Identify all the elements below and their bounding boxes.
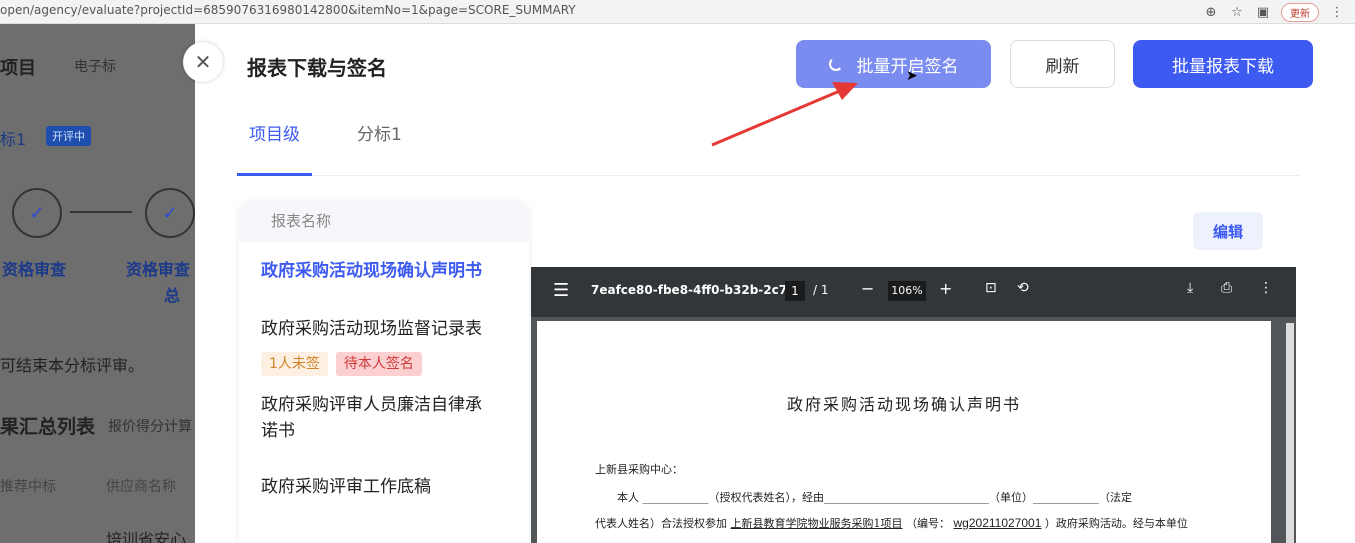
zoom-icon[interactable]: ⊕ [1203, 5, 1219, 20]
zoom-in-icon[interactable]: + [939, 279, 952, 298]
menu-icon[interactable]: ☰ [553, 280, 569, 301]
browser-toolbar-icons: ⊕ ☆ ▣ 更新 ⋮ [1203, 0, 1355, 24]
pdf-page: 政府采购活动现场确认声明书 上新县采购中心： 本人 ____________（授… [537, 321, 1271, 543]
zoom-level[interactable]: 106% [888, 281, 926, 301]
loading-spinner-icon [828, 57, 843, 71]
more-vertical-icon[interactable]: ⋮ [1259, 280, 1273, 296]
step-check-icon: ✓ [145, 188, 195, 238]
pdf-viewer: ☰ 7eafce80-fbe8-4ff0-b32b-2c7... 1 / 1 −… [531, 267, 1296, 543]
pdf-filename: 7eafce80-fbe8-4ff0-b32b-2c7... [591, 283, 801, 297]
list-item[interactable]: 政府采购活动现场确认声明书 [239, 258, 529, 284]
doc-text: ）政府采购活动。经与本单位 [1044, 517, 1188, 530]
zoom-out-icon[interactable]: − [861, 279, 874, 298]
unsigned-count-badge: 1人未签 [261, 352, 328, 376]
pdf-toolbar: ☰ 7eafce80-fbe8-4ff0-b32b-2c7... 1 / 1 −… [531, 267, 1296, 317]
doc-line: 代表人姓名）合法授权参加 上新县教育学院物业服务采购1项目 （编号： wg202… [595, 515, 1188, 531]
bg-row-text: 培训省安心 [106, 530, 187, 543]
bg-col2: 供应商名称 [106, 479, 176, 495]
print-icon[interactable]: ⎙ [1221, 280, 1232, 296]
bg-sub-label: 标1 [0, 130, 27, 149]
page-total: / 1 [813, 283, 829, 297]
doc-project-number: wg20211027001 [953, 516, 1042, 530]
sign-status-badges: 1人未签 待本人签名 [261, 352, 507, 376]
browser-address-bar: open/agency/evaluate?projectId=685907631… [0, 0, 1355, 24]
level-tabs: 项目级 分标1 [235, 120, 1300, 176]
bg-col1: 推荐中标 [0, 479, 56, 495]
bg-step2-line2: 总 [164, 286, 181, 305]
step-connector [70, 211, 132, 213]
pdf-scrollbar[interactable] [1286, 323, 1294, 543]
report-list: 报表名称 政府采购活动现场确认声明书 政府采购活动现场监督记录表 1人未签 待本… [239, 200, 529, 543]
doc-addressee: 上新县采购中心： [595, 463, 683, 476]
doc-text: 代表人姓名）合法授权参加 [595, 517, 727, 530]
doc-text: （编号： [906, 517, 950, 530]
list-header: 报表名称 [239, 200, 529, 242]
star-icon[interactable]: ☆ [1229, 5, 1245, 20]
extension-icon[interactable]: ▣ [1255, 5, 1271, 20]
batch-sign-button[interactable]: 批量开启签名 [796, 40, 991, 88]
bg-step1: 资格审查 [2, 260, 67, 279]
list-item[interactable]: 政府采购评审人员廉洁自律承诺书 [239, 392, 509, 444]
refresh-button[interactable]: 刷新 [1010, 40, 1115, 88]
fit-page-icon[interactable]: ⊡ [985, 280, 997, 296]
close-icon[interactable]: ✕ [183, 42, 223, 82]
bg-tab-label: 电子标 [74, 59, 116, 75]
download-icon[interactable]: ⤓ [1187, 280, 1193, 296]
list-item[interactable]: 政府采购评审工作底稿 [239, 474, 529, 500]
url-text[interactable]: open/agency/evaluate?projectId=685907631… [0, 3, 576, 17]
doc-line: 本人 ____________（授权代表姓名），经由______________… [617, 491, 1132, 504]
step-check-icon: ✓ [12, 188, 62, 238]
report-dialog: ✕ 报表下载与签名 eplearning.rzuruv.cn 批量开启签名 刷新… [183, 24, 1355, 543]
doc-title: 政府采购活动现场确认声明书 [786, 395, 1021, 414]
tab-section-1[interactable]: 分标1 [345, 120, 414, 176]
bg-notice: 可结束本分标评审。 [0, 356, 145, 375]
tab-project-level[interactable]: 项目级 [237, 120, 312, 176]
bg-status-tag: 开评中 [46, 126, 91, 146]
update-button[interactable]: 更新 [1281, 2, 1319, 22]
bg-section-title: 果汇总列表 [0, 416, 96, 438]
edit-button[interactable]: 编辑 [1193, 212, 1263, 250]
page-input[interactable]: 1 [785, 281, 805, 301]
bg-project-label: 项目 [0, 58, 36, 79]
doc-project-name: 上新县教育学院物业服务采购1项目 [730, 517, 903, 530]
cursor-icon: ➤ [906, 68, 918, 84]
pending-sign-badge: 待本人签名 [335, 352, 422, 376]
bg-step2: 资格审查 [126, 260, 191, 279]
more-vertical-icon[interactable]: ⋮ [1329, 5, 1345, 20]
background-page: 项目 电子标 标1 开评中 ✓ ✓ 资格审查 资格审查 总 可结束本分标评审。 … [0, 24, 200, 543]
list-item[interactable]: 政府采购活动现场监督记录表 1人未签 待本人签名 [239, 316, 529, 376]
batch-download-button[interactable]: 批量报表下载 [1133, 40, 1313, 88]
dialog-title: 报表下载与签名 [247, 56, 387, 80]
rotate-icon[interactable]: ⟲ [1017, 280, 1029, 296]
bg-section-sub: 报价得分计算 [108, 419, 192, 435]
list-item-label: 政府采购活动现场监督记录表 [261, 319, 482, 339]
